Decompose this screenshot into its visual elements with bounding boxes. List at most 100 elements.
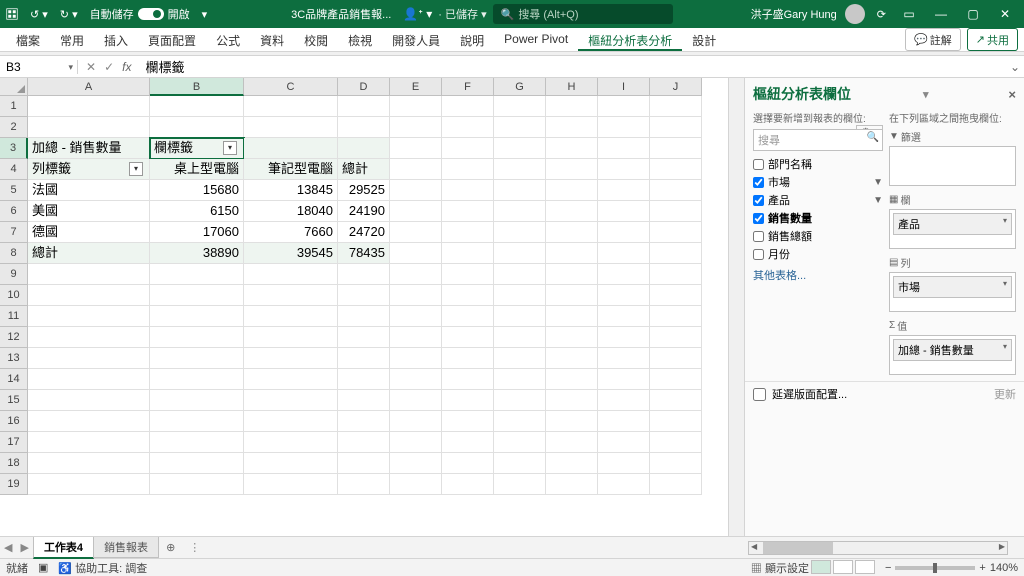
expand-formula-icon[interactable]: ⌄ <box>1006 60 1024 74</box>
select-all[interactable] <box>0 78 28 96</box>
filter-icon[interactable]: ▼ <box>873 195 883 206</box>
redo-button[interactable]: ↻ ▾ <box>54 0 84 28</box>
close-pane-icon[interactable]: × <box>1008 87 1016 102</box>
row-4[interactable]: 4 <box>0 159 28 180</box>
field-qty[interactable]: 銷售數量 <box>753 209 883 227</box>
field-amount[interactable]: 銷售總額 <box>753 227 883 245</box>
area-rows[interactable]: 市場 <box>889 272 1016 312</box>
other-tables-link[interactable]: 其他表格... <box>753 263 883 287</box>
tab-developer[interactable]: 開發人員 <box>382 28 450 51</box>
filter-icon[interactable]: ▾ <box>129 162 143 176</box>
tab-home[interactable]: 常用 <box>50 28 94 51</box>
macro-icon[interactable]: ▣ <box>38 561 48 574</box>
zoom-slider[interactable] <box>895 566 975 570</box>
field-market[interactable]: 市場▼ <box>753 173 883 191</box>
tab-help[interactable]: 說明 <box>450 28 494 51</box>
tab-analyze[interactable]: 樞紐分析表分析 <box>578 28 682 51</box>
minimize-button[interactable]: — <box>926 7 956 21</box>
tab-view[interactable]: 檢視 <box>338 28 382 51</box>
cell-A4[interactable]: 列標籤▾ <box>28 159 150 180</box>
field-dept[interactable]: 部門名稱 <box>753 155 883 173</box>
comments-button[interactable]: 💬 註解 <box>905 28 961 51</box>
share-button[interactable]: ↗ 共用 <box>967 28 1018 51</box>
col-F[interactable]: F <box>442 78 494 96</box>
tab-design[interactable]: 設計 <box>682 28 726 51</box>
area-cols-label: ▦ 欄 <box>889 192 1016 207</box>
col-G[interactable]: G <box>494 78 546 96</box>
tab-layout[interactable]: 頁面配置 <box>138 28 206 51</box>
col-J[interactable]: J <box>650 78 702 96</box>
autosave-toggle[interactable]: 自動儲存 開啟 <box>84 6 196 22</box>
maximize-button[interactable]: ▢ <box>958 7 988 21</box>
tab-file[interactable]: 檔案 <box>6 28 50 51</box>
filter-icon[interactable]: ▼ <box>873 177 883 188</box>
col-D[interactable]: D <box>338 78 390 96</box>
field-month[interactable]: 月份 <box>753 245 883 263</box>
area-values[interactable]: 加總 - 銷售數量 <box>889 335 1016 375</box>
view-page-layout[interactable] <box>833 560 853 574</box>
sheet-nav-prev[interactable]: ◀ <box>0 541 16 554</box>
add-sheet-button[interactable]: ⊕ <box>158 541 183 554</box>
row-1[interactable]: 1 <box>0 96 28 117</box>
row-5[interactable]: 5 <box>0 180 28 201</box>
app-icon[interactable] <box>0 0 24 28</box>
display-settings[interactable]: ▦ 顯示設定 <box>751 560 809 576</box>
zoom-in[interactable]: + <box>979 562 985 574</box>
row-3[interactable]: 3 <box>0 138 28 159</box>
area-item-market[interactable]: 市場 <box>893 276 1012 298</box>
name-box[interactable]: B3 <box>0 60 78 74</box>
row-6[interactable]: 6 <box>0 201 28 222</box>
close-button[interactable]: ✕ <box>990 7 1020 21</box>
pane-menu-icon[interactable]: ▾ <box>923 88 929 101</box>
zoom-out[interactable]: − <box>885 562 891 574</box>
fx-icon[interactable]: fx <box>122 60 131 74</box>
col-E[interactable]: E <box>390 78 442 96</box>
area-item-product[interactable]: 產品 <box>893 213 1012 235</box>
accessibility[interactable]: ♿ 協助工具: 調查 <box>58 560 147 576</box>
row-8[interactable]: 8 <box>0 243 28 264</box>
ribbon-mode[interactable]: ▭ <box>894 7 924 21</box>
view-page-break[interactable] <box>855 560 875 574</box>
field-search[interactable]: 搜尋 <box>753 129 883 151</box>
area-filter[interactable] <box>889 146 1016 186</box>
field-product[interactable]: 產品▼ <box>753 191 883 209</box>
col-A[interactable]: A <box>28 78 150 96</box>
sheet-tab-1[interactable]: 工作表4 <box>33 537 94 559</box>
row-2[interactable]: 2 <box>0 117 28 138</box>
defer-layout-check[interactable] <box>753 388 766 401</box>
col-B[interactable]: B <box>150 78 244 96</box>
tab-formulas[interactable]: 公式 <box>206 28 250 51</box>
horizontal-scrollbar[interactable] <box>748 541 1008 555</box>
row-7[interactable]: 7 <box>0 222 28 243</box>
col-H[interactable]: H <box>546 78 598 96</box>
area-item-sum-qty[interactable]: 加總 - 銷售數量 <box>893 339 1012 361</box>
user-name[interactable]: 洪子盛Gary Hung <box>751 6 837 22</box>
ribbon-tabs: 檔案 常用 插入 頁面配置 公式 資料 校閱 檢視 開發人員 說明 Power … <box>0 28 1024 52</box>
avatar[interactable] <box>845 4 865 24</box>
search-input[interactable]: 🔍搜尋 (Alt+Q) <box>493 4 673 24</box>
filter-icon[interactable]: ▾ <box>223 141 237 155</box>
sheet-nav-next[interactable]: ▶ <box>16 541 32 554</box>
vertical-scrollbar[interactable] <box>728 78 744 536</box>
col-C[interactable]: C <box>244 78 338 96</box>
switch-icon[interactable] <box>138 8 164 20</box>
view-normal[interactable] <box>811 560 831 574</box>
sync-icon[interactable]: ⟳ <box>871 0 892 28</box>
more-qat[interactable]: ▾ <box>196 0 214 28</box>
cell-B3[interactable]: 欄標籤▾ <box>150 138 244 159</box>
cell-A3[interactable]: 加總 - 銷售數量 <box>28 138 150 159</box>
tab-data[interactable]: 資料 <box>250 28 294 51</box>
tab-review[interactable]: 校閱 <box>294 28 338 51</box>
zoom-level[interactable]: 140% <box>990 562 1018 574</box>
tab-powerpivot[interactable]: Power Pivot <box>494 28 578 51</box>
file-name[interactable]: 3C品牌產品銷售報... <box>291 6 391 22</box>
sheet-tab-2[interactable]: 銷售報表 <box>93 537 159 558</box>
col-I[interactable]: I <box>598 78 650 96</box>
undo-button[interactable]: ↺ ▾ <box>24 0 54 28</box>
enter-icon[interactable]: ✓ <box>104 60 114 74</box>
area-cols[interactable]: 產品 <box>889 209 1016 249</box>
formula-input[interactable]: 欄標籤 <box>139 57 1006 76</box>
update-button[interactable]: 更新 <box>994 386 1016 402</box>
tab-insert[interactable]: 插入 <box>94 28 138 51</box>
cancel-icon[interactable]: ✕ <box>86 60 96 74</box>
